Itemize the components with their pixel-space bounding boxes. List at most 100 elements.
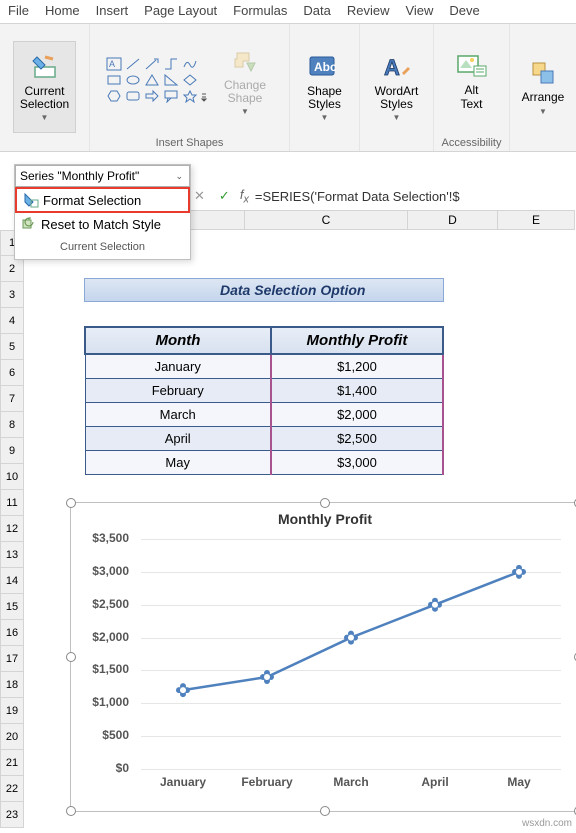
- resize-handle[interactable]: [320, 498, 330, 508]
- rect-icon[interactable]: [106, 73, 122, 87]
- row-header[interactable]: 5: [0, 334, 24, 360]
- row-header[interactable]: 22: [0, 776, 24, 802]
- plot-area[interactable]: $0$500$1,000$1,500$2,000$2,500$3,000$3,5…: [141, 539, 561, 769]
- shape-styles-label: Shape Styles: [307, 85, 342, 111]
- data-marker[interactable]: [260, 670, 274, 684]
- data-marker[interactable]: [428, 598, 442, 612]
- tab-insert[interactable]: Insert: [88, 0, 137, 23]
- line-icon[interactable]: [125, 57, 141, 71]
- data-marker[interactable]: [344, 631, 358, 645]
- table-cell[interactable]: January: [85, 354, 271, 379]
- table-cell[interactable]: April: [85, 427, 271, 451]
- fx-icon[interactable]: fx: [240, 187, 249, 206]
- table-cell[interactable]: $1,400: [271, 379, 443, 403]
- gallery-expand-icon[interactable]: [201, 89, 207, 103]
- chevron-down-icon: ▼: [539, 107, 547, 116]
- star-icon[interactable]: [182, 89, 198, 103]
- elbow-icon[interactable]: [163, 57, 179, 71]
- row-header[interactable]: 21: [0, 750, 24, 776]
- row-header[interactable]: 6: [0, 360, 24, 386]
- callout-icon[interactable]: [163, 89, 179, 103]
- row-header[interactable]: 14: [0, 568, 24, 594]
- current-selection-dropdown: Series "Monthly Profit" ⌄ Format Selecti…: [14, 164, 191, 260]
- arrange-button[interactable]: Arrange ▼: [515, 41, 572, 133]
- table-cell[interactable]: $2,500: [271, 427, 443, 451]
- reset-to-match-style-item[interactable]: Reset to Match Style: [15, 213, 190, 235]
- row-header[interactable]: 4: [0, 308, 24, 334]
- table-cell[interactable]: February: [85, 379, 271, 403]
- col-e[interactable]: E: [498, 210, 575, 230]
- row-header[interactable]: 8: [0, 412, 24, 438]
- col-c[interactable]: C: [245, 210, 408, 230]
- tab-data[interactable]: Data: [295, 0, 338, 23]
- row-header[interactable]: 20: [0, 724, 24, 750]
- row-header[interactable]: 18: [0, 672, 24, 698]
- row-header[interactable]: 12: [0, 516, 24, 542]
- cancel-icon[interactable]: ✕: [190, 188, 209, 204]
- table-cell[interactable]: $3,000: [271, 451, 443, 475]
- resize-handle[interactable]: [66, 806, 76, 816]
- row-header[interactable]: 19: [0, 698, 24, 724]
- tab-file[interactable]: File: [0, 0, 37, 23]
- shape-styles-icon: Abc: [308, 51, 340, 83]
- hexagon-icon[interactable]: [106, 89, 122, 103]
- row-headers: 1234567891011121314151617181920212223: [0, 230, 24, 828]
- confirm-icon[interactable]: ✓: [215, 188, 234, 204]
- row-header[interactable]: 13: [0, 542, 24, 568]
- diamond-icon[interactable]: [182, 73, 198, 87]
- triangle-icon[interactable]: [144, 73, 160, 87]
- tab-formulas[interactable]: Formulas: [225, 0, 295, 23]
- selector-value: Series "Monthly Profit": [20, 169, 139, 183]
- alt-text-button[interactable]: Alt Text: [449, 35, 495, 127]
- arrow-icon[interactable]: [144, 57, 160, 71]
- tab-view[interactable]: View: [397, 0, 441, 23]
- resize-handle[interactable]: [66, 652, 76, 662]
- formula-value[interactable]: =SERIES('Format Data Selection'!$: [255, 189, 460, 204]
- wordart-styles-button[interactable]: A WordArt Styles ▼: [368, 41, 426, 133]
- block-arrow-icon[interactable]: [144, 89, 160, 103]
- shape-styles-button[interactable]: Abc Shape Styles ▼: [300, 41, 349, 133]
- col-d[interactable]: D: [408, 210, 498, 230]
- tab-home[interactable]: Home: [37, 0, 88, 23]
- data-marker[interactable]: [512, 565, 526, 579]
- tab-page-layout[interactable]: Page Layout: [136, 0, 225, 23]
- table-header-month: Month: [85, 327, 271, 354]
- row-header[interactable]: 11: [0, 490, 24, 516]
- text-box-icon[interactable]: A: [106, 57, 122, 71]
- current-selection-button[interactable]: Current Selection ▼: [13, 41, 76, 133]
- shape-gallery[interactable]: A: [106, 57, 211, 105]
- row-header[interactable]: 10: [0, 464, 24, 490]
- table-cell[interactable]: $2,000: [271, 403, 443, 427]
- chart-element-selector[interactable]: Series "Monthly Profit" ⌄: [15, 165, 190, 187]
- table-cell[interactable]: May: [85, 451, 271, 475]
- format-selection-item[interactable]: Format Selection: [15, 187, 190, 213]
- freeform-icon[interactable]: [182, 57, 198, 71]
- row-header[interactable]: 16: [0, 620, 24, 646]
- oval-icon[interactable]: [125, 73, 141, 87]
- row-header[interactable]: 9: [0, 438, 24, 464]
- table-cell[interactable]: March: [85, 403, 271, 427]
- roundrect-icon[interactable]: [125, 89, 141, 103]
- tab-review[interactable]: Review: [339, 0, 398, 23]
- chart[interactable]: Monthly Profit $0$500$1,000$1,500$2,000$…: [70, 502, 576, 812]
- row-header[interactable]: 17: [0, 646, 24, 672]
- rt-triangle-icon[interactable]: [163, 73, 179, 87]
- resize-handle[interactable]: [320, 806, 330, 816]
- row-header[interactable]: 23: [0, 802, 24, 828]
- row-header[interactable]: 15: [0, 594, 24, 620]
- row-header[interactable]: 3: [0, 282, 24, 308]
- chevron-down-icon: ▼: [321, 113, 329, 122]
- chevron-down-icon: ▼: [393, 113, 401, 122]
- reset-style-label: Reset to Match Style: [41, 217, 161, 232]
- y-axis-label: $1,000: [69, 695, 129, 709]
- resize-handle[interactable]: [66, 498, 76, 508]
- group-insert-shapes-label: Insert Shapes: [94, 135, 285, 151]
- row-header[interactable]: 7: [0, 386, 24, 412]
- y-axis-label: $500: [69, 728, 129, 742]
- data-marker[interactable]: [176, 683, 190, 697]
- table-cell[interactable]: $1,200: [271, 354, 443, 379]
- x-axis-label: April: [400, 775, 470, 789]
- tab-developer[interactable]: Deve: [441, 0, 487, 23]
- chevron-down-icon: ▼: [241, 107, 249, 116]
- y-axis-label: $1,500: [69, 662, 129, 676]
